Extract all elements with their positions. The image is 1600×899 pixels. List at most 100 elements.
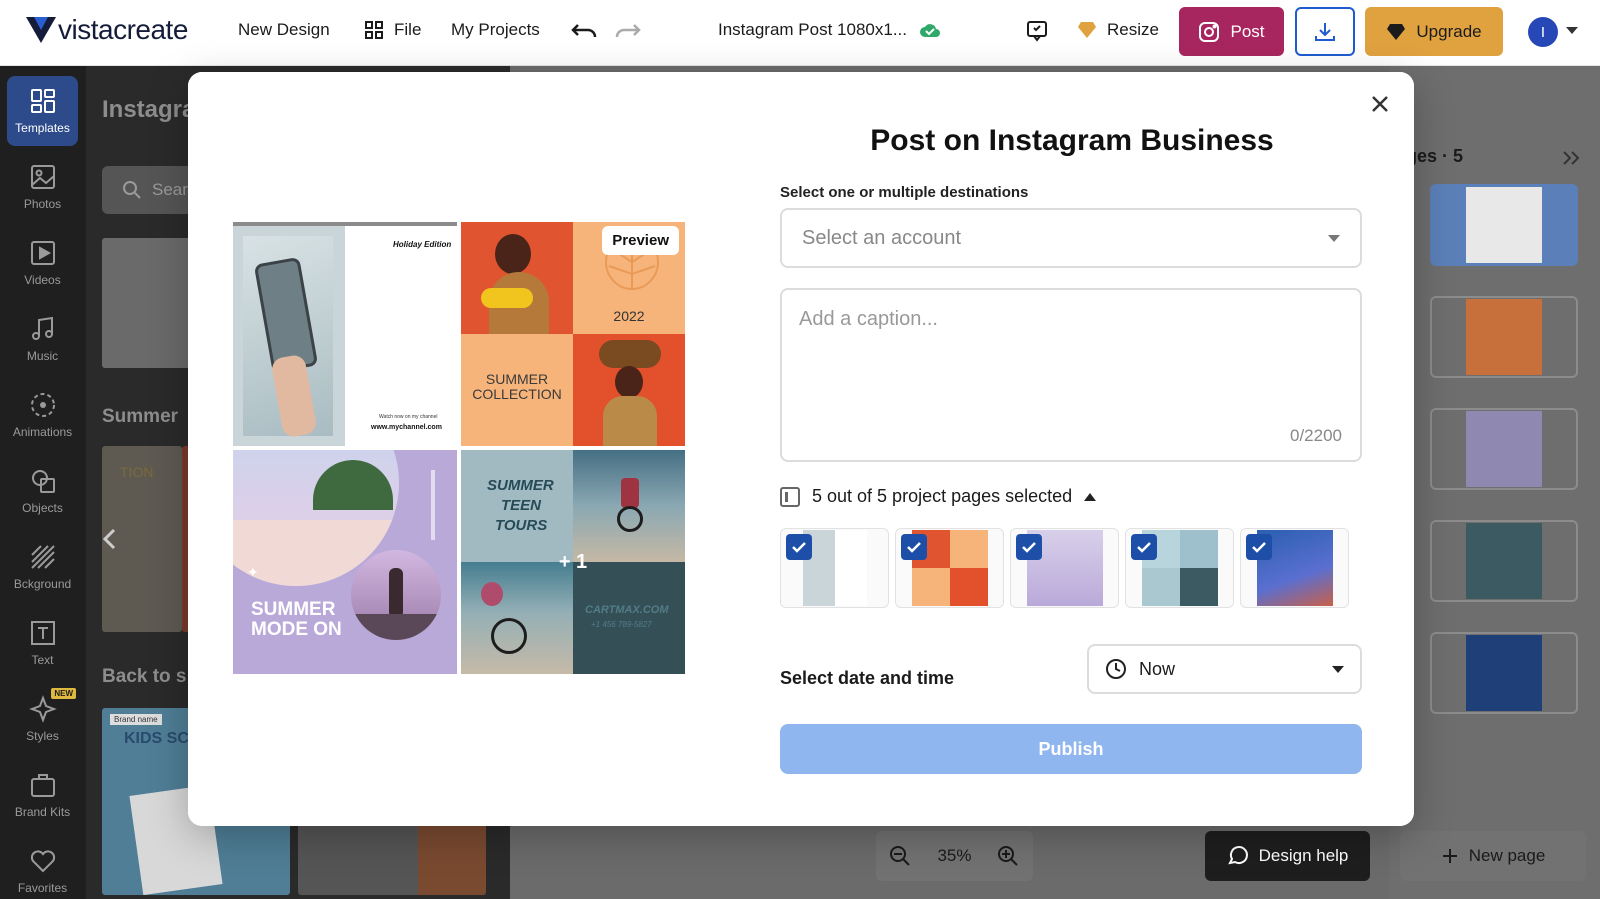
close-button[interactable] <box>1366 90 1394 118</box>
rail-label: Styles <box>26 729 59 743</box>
page-checkbox[interactable] <box>901 534 927 560</box>
post-instagram-dialog: Holiday Edition Watch now on my channel … <box>188 72 1414 826</box>
rail-item-background[interactable]: Bckground <box>7 532 78 602</box>
brand-name: vistacreate <box>58 14 188 45</box>
dress-shape <box>603 396 657 446</box>
my-projects-button[interactable]: My Projects <box>451 20 540 40</box>
upgrade-button[interactable]: Upgrade <box>1365 7 1503 56</box>
checkmark-icon <box>792 542 806 553</box>
preview-pane: Holiday Edition Watch now on my channel … <box>188 72 730 826</box>
comments-button[interactable] <box>1025 19 1049 43</box>
resize-button[interactable]: Resize <box>1077 20 1159 40</box>
account-placeholder: Select an account <box>802 226 961 249</box>
date-time-select[interactable]: Now <box>1087 644 1362 694</box>
page-thumb-2[interactable] <box>1430 296 1578 378</box>
select-all-checkbox[interactable] <box>780 486 800 507</box>
chat-icon <box>1227 846 1248 865</box>
design-help-label: Design help <box>1258 846 1349 865</box>
more-pages-count: + 1 <box>558 550 588 573</box>
collapse-chevrons-icon[interactable] <box>1562 150 1582 166</box>
rail-item-styles[interactable]: NEW Styles <box>7 684 78 754</box>
caret-up-icon[interactable] <box>1084 492 1097 501</box>
page-thumb-image <box>1466 187 1542 263</box>
rail-item-favorites[interactable]: Favorites <box>7 836 78 899</box>
page-checkbox[interactable] <box>1131 534 1157 560</box>
page-tile-4[interactable] <box>1125 528 1234 608</box>
styles-icon <box>28 695 57 723</box>
file-label: File <box>394 20 422 39</box>
zoom-in-icon[interactable] <box>996 844 1020 868</box>
rail-item-music[interactable]: Music <box>7 304 78 374</box>
grid-icon <box>365 21 383 39</box>
rail-item-photos[interactable]: Photos <box>7 152 78 222</box>
rail-label: Bckground <box>13 577 72 591</box>
rail-label: Objects <box>22 501 63 515</box>
videos-icon <box>30 241 55 265</box>
summer-collection-line2: COLLECTION <box>472 386 562 402</box>
head-shape <box>615 366 643 398</box>
zoom-value[interactable]: 35% <box>937 846 971 866</box>
zoom-out-icon[interactable] <box>888 844 912 868</box>
rail-label: Animations <box>12 425 73 439</box>
rail-label: Music <box>26 349 59 363</box>
rail-label: Text <box>31 653 54 667</box>
template-thumb[interactable] <box>102 238 192 368</box>
panel-title: Instagra <box>102 96 196 123</box>
account-select[interactable]: Select an account <box>780 208 1362 268</box>
preview-badge: Preview <box>602 226 679 255</box>
year-text: 2022 <box>613 308 645 324</box>
avatar[interactable]: I <box>1528 17 1558 47</box>
music-icon <box>31 316 53 340</box>
new-badge: NEW <box>51 688 76 699</box>
brand-logo[interactable]: vistacreate <box>26 14 188 46</box>
undo-icon <box>571 24 597 38</box>
rail-item-videos[interactable]: Videos <box>7 228 78 298</box>
rocks-shape <box>351 614 441 640</box>
design-help-button[interactable]: Design help <box>1205 831 1370 881</box>
post-label: Post <box>1230 21 1265 41</box>
page-thumb-5[interactable] <box>1430 632 1578 714</box>
caption-textarea[interactable]: Add a caption... 0/2200 <box>780 288 1362 462</box>
rail-item-animations[interactable]: Animations <box>7 380 78 450</box>
page-thumb-3[interactable] <box>1430 408 1578 490</box>
file-menu-button[interactable]: File <box>364 20 421 40</box>
photo-woman-fruit <box>461 222 573 334</box>
page-thumb-1[interactable] <box>1430 184 1578 266</box>
pages-selected-text: 5 out of 5 project pages selected <box>812 486 1073 506</box>
rail-item-brand-kits[interactable]: Brand Kits <box>7 760 78 830</box>
download-button[interactable] <box>1295 7 1355 56</box>
summer-collection-line1: SUMMER <box>485 371 549 387</box>
rail-item-text[interactable]: Text <box>7 608 78 678</box>
zoom-control: 35% <box>876 831 1033 881</box>
page-tile-1[interactable] <box>780 528 889 608</box>
page-thumb-image <box>1466 299 1542 375</box>
person-shape <box>389 568 403 618</box>
pages-selection-toggle[interactable]: 5 out of 5 project pages selected <box>780 486 1097 507</box>
page-checkbox[interactable] <box>1016 534 1042 560</box>
rail-item-templates[interactable]: Templates <box>7 76 78 146</box>
page-checkbox[interactable] <box>1246 534 1272 560</box>
post-button[interactable]: Post <box>1179 7 1284 56</box>
new-page-button[interactable]: New page <box>1400 831 1586 881</box>
page-tile-3[interactable] <box>1010 528 1119 608</box>
instagram-icon <box>1199 21 1220 42</box>
summer-mode-line1: SUMMER <box>251 599 336 620</box>
page-thumb-4[interactable] <box>1430 520 1578 602</box>
page-checkbox[interactable] <box>786 534 812 560</box>
new-design-button[interactable]: New Design <box>238 20 330 40</box>
page-tile-5[interactable] <box>1240 528 1349 608</box>
animations-icon <box>30 393 55 417</box>
undo-button[interactable] <box>570 22 598 40</box>
rail-label: Videos <box>24 273 61 287</box>
thumb-brand: Brand name <box>110 714 162 725</box>
map-image <box>233 226 345 446</box>
preview-grid: Holiday Edition Watch now on my channel … <box>233 222 685 674</box>
rail-item-objects[interactable]: Objects <box>7 456 78 526</box>
page-tile-2[interactable] <box>895 528 1004 608</box>
redo-button[interactable] <box>614 22 642 40</box>
document-title[interactable]: Instagram Post 1080x1... <box>718 20 941 40</box>
publish-button[interactable]: Publish <box>780 724 1362 774</box>
chevron-left-icon[interactable] <box>102 528 116 550</box>
chevron-down-icon[interactable] <box>1566 27 1578 35</box>
post-form: Post on Instagram Business Select one or… <box>730 72 1414 826</box>
